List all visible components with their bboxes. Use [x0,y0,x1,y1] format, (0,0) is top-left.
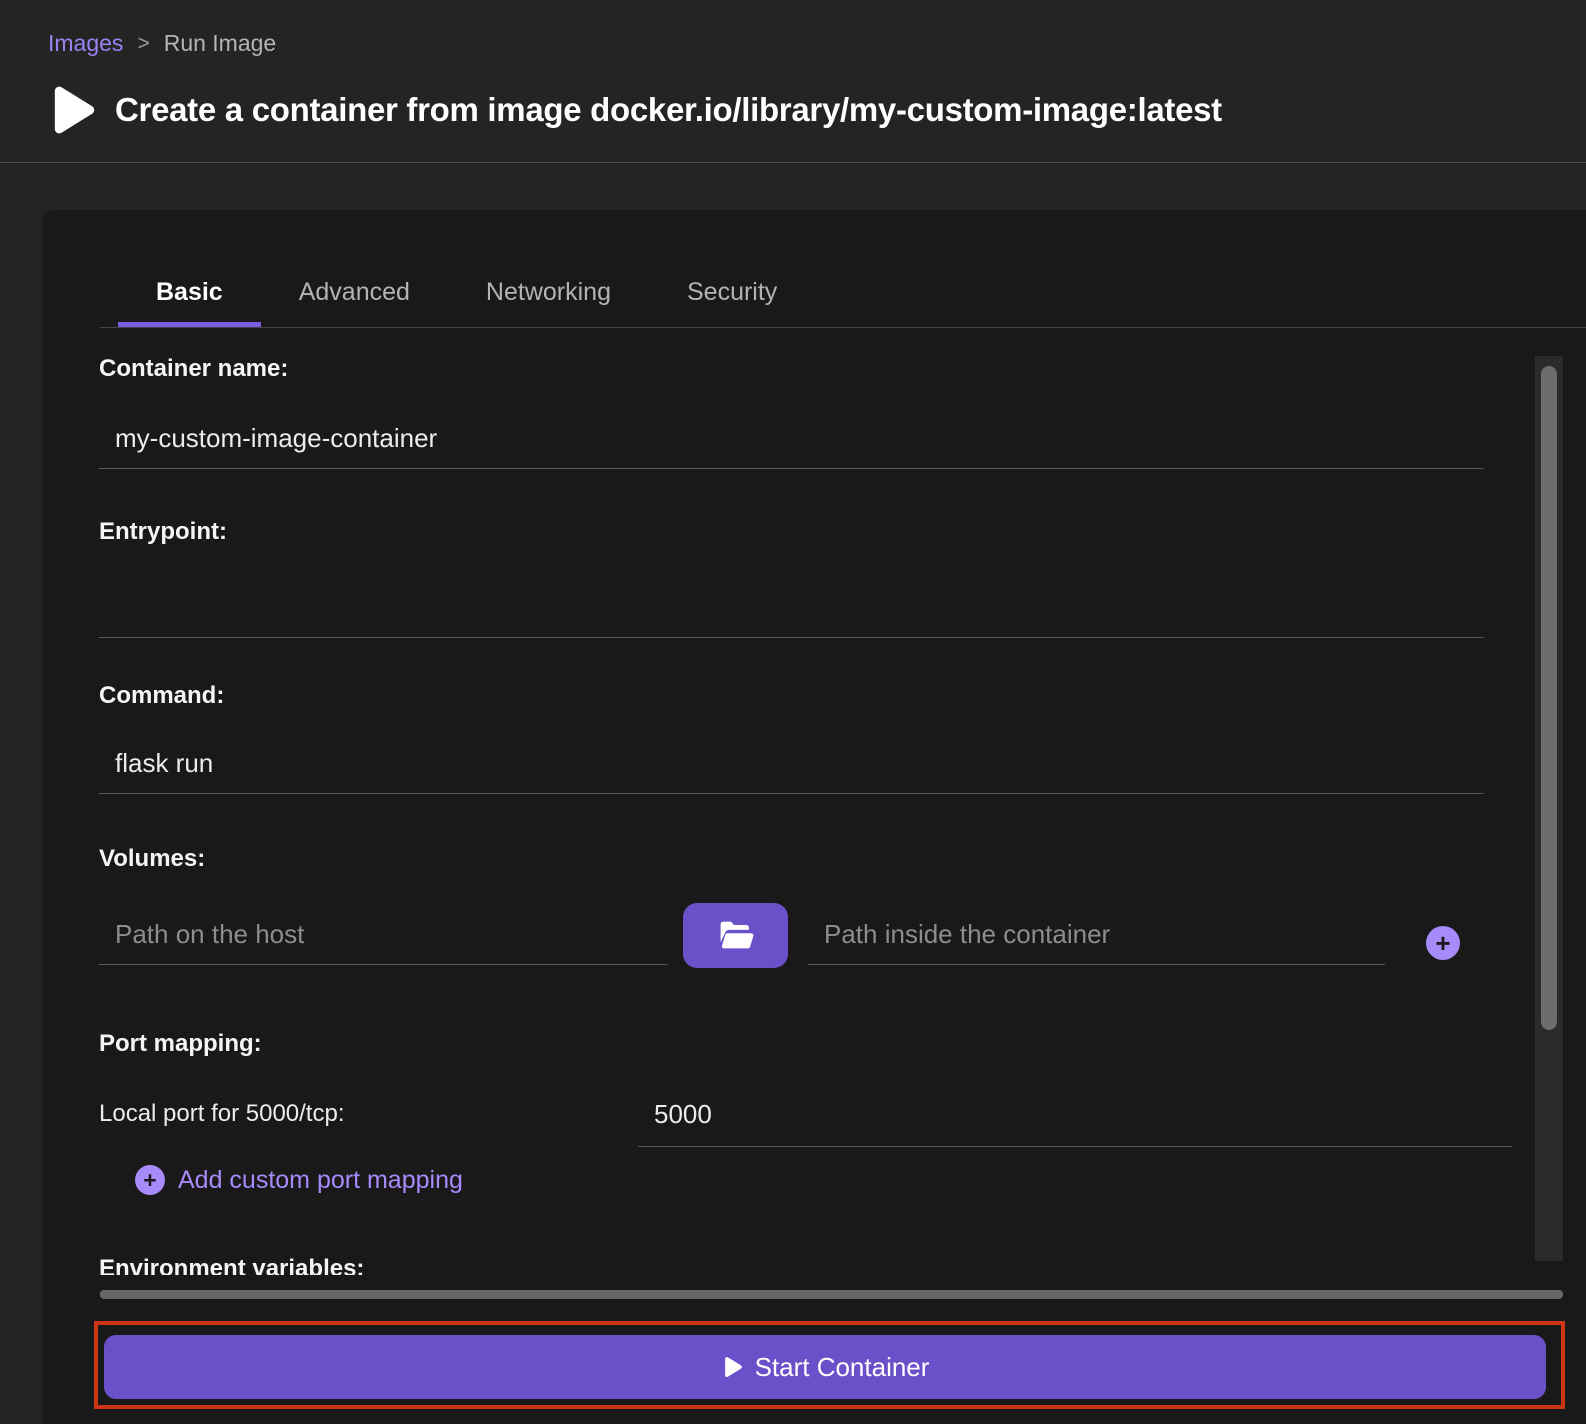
tab-advanced[interactable]: Advanced [261,262,448,328]
page-header: Images > Run Image Create a container fr… [0,0,1586,163]
environment-variables-label: Environment variables: [99,1255,699,1275]
run-image-form-card: Basic Advanced Networking Security Conta… [43,210,1586,1424]
breadcrumb-images-link[interactable]: Images [48,30,123,57]
entrypoint-label: Entrypoint: [99,518,227,546]
run-image-screen: Images > Run Image Create a container fr… [0,0,1586,1424]
add-custom-port-mapping-link[interactable]: + Add custom port mapping [135,1165,463,1195]
volumes-label: Volumes: [99,845,205,873]
entrypoint-input[interactable] [99,570,1484,638]
add-custom-port-mapping-label: Add custom port mapping [178,1166,463,1195]
command-input[interactable] [99,733,1484,794]
page-title: Create a container from image docker.io/… [115,91,1222,129]
tab-divider [100,327,1586,328]
volume-host-path-input[interactable] [99,904,668,965]
folder-open-icon [715,915,757,957]
command-label: Command: [99,682,224,710]
breadcrumb-separator: > [137,32,149,56]
tab-networking[interactable]: Networking [448,262,649,328]
container-name-label: Container name: [99,355,288,383]
breadcrumb: Images > Run Image [48,30,276,57]
title-row: Create a container from image docker.io/… [45,82,1222,138]
start-container-button[interactable]: Start Container [104,1335,1546,1399]
add-port-plus-icon: + [135,1165,165,1195]
local-port-input[interactable] [638,1082,1512,1147]
local-port-label: Local port for 5000/tcp: [99,1100,344,1128]
start-play-icon [721,1355,743,1379]
tab-basic[interactable]: Basic [118,262,261,328]
volume-container-path-input[interactable] [808,904,1385,965]
vertical-scrollbar-thumb[interactable] [1541,366,1557,1030]
vertical-scrollbar-track[interactable] [1535,356,1563,1261]
play-icon [45,82,97,138]
horizontal-scrollbar[interactable] [100,1290,1563,1299]
tab-security[interactable]: Security [649,262,815,328]
start-container-label: Start Container [755,1352,930,1383]
browse-folder-button[interactable] [683,903,788,968]
environment-variables-clipped: Environment variables: [99,1255,699,1275]
add-volume-plus-icon[interactable]: + [1426,926,1460,960]
tab-bar: Basic Advanced Networking Security [118,262,815,328]
container-name-input[interactable] [99,408,1484,469]
port-mapping-label: Port mapping: [99,1030,262,1058]
breadcrumb-current: Run Image [164,30,277,57]
